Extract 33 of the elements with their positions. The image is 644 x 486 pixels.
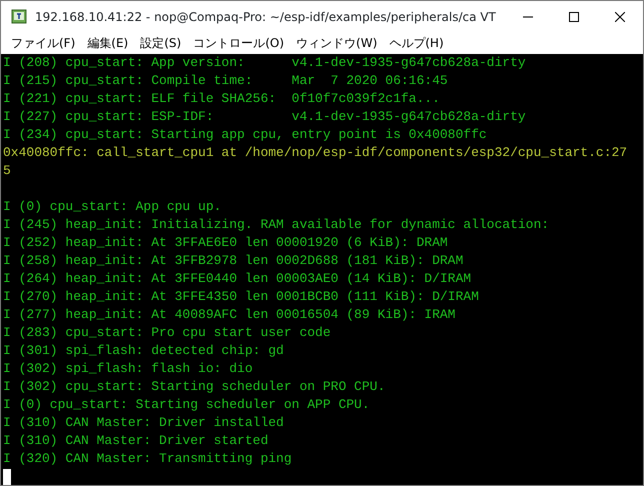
log-line: I (245) heap_init: Initializing. RAM available for dynamic allocation:: [3, 217, 550, 232]
log-line: I (310) CAN Master: Driver installed: [3, 415, 284, 430]
log-line: I (215) cpu_start: Compile time: Mar 7 2020 06:16:45: [3, 73, 448, 88]
log-line: I (270) heap_init: At 3FFE4350 len 0001BCB0 (111 KiB): D/IRAM: [3, 289, 479, 304]
log-line: I (277) heap_init: At 40089AFC len 00016504 (89 KiB): IRAM: [3, 307, 456, 322]
log-line: I (320) CAN Master: Transmitting ping: [3, 451, 292, 466]
log-line: I (208) cpu_start: App version: v4.1-dev-1935-g647cb628a-dirty: [3, 55, 526, 70]
log-line: I (258) heap_init: At 3FFB2978 len 0002D688 (181 KiB): DRAM: [3, 253, 464, 268]
window-title: 192.168.10.41:22 - nop@Compaq-Pro: ~/esp-idf/examples/peripherals/ca VT: [35, 8, 497, 26]
log-line: I (264) heap_init: At 3FFE0440 len 00003AE0 (14 KiB): D/IRAM: [3, 271, 472, 286]
log-line: I (252) heap_init: At 3FFAE6E0 len 00001920 (6 KiB): DRAM: [3, 235, 448, 250]
log-line: I (302) cpu_start: Starting scheduler on PRO CPU.: [3, 379, 386, 394]
menu-item[interactable]: ファイル(F): [5, 34, 82, 52]
menu-item[interactable]: 編集(E): [81, 34, 134, 52]
menu-item[interactable]: ウィンドウ(W): [290, 34, 384, 52]
log-line: I (0) cpu_start: Starting scheduler on APP CPU.: [3, 397, 370, 412]
log-line: I (283) cpu_start: Pro cpu start user code: [3, 325, 331, 340]
log-line: 0x40080ffc: call_start_cpu1 at /home/nop/esp-idf/components/esp32/cpu_start.c:27: [3, 145, 628, 160]
menu-item[interactable]: 設定(S): [134, 34, 188, 52]
menu-item[interactable]: ヘルプ(H): [383, 34, 450, 52]
log-line: I (227) cpu_start: ESP-IDF: v4.1-dev-1935-g647cb628a-dirty: [3, 109, 526, 124]
log-line: 5: [3, 163, 11, 178]
maximize-icon: [569, 12, 579, 22]
menu-item[interactable]: コントロール(O): [187, 34, 290, 52]
text-cursor: [3, 468, 11, 485]
log-line: I (221) cpu_start: ELF file SHA256: 0f10f7c039f2c1fa...: [3, 91, 440, 106]
log-line: I (302) spi_flash: flash io: dio: [3, 361, 253, 376]
log-line: I (310) CAN Master: Driver started: [3, 433, 268, 448]
log-line: I (301) spi_flash: detected chip: gd: [3, 343, 284, 358]
close-icon: [615, 12, 625, 22]
terminal-app-icon: [11, 8, 27, 24]
log-line: I (0) cpu_start: App cpu up.: [3, 199, 222, 214]
log-line: I (234) cpu_start: Starting app cpu, entry point is 0x40080ffc: [3, 127, 487, 142]
